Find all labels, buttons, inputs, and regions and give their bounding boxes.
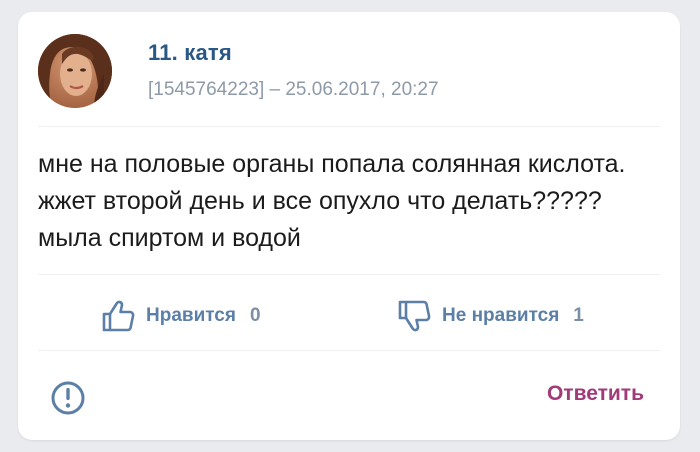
comment-text: мне на половые органы попала солянная ки…	[38, 150, 626, 252]
header-divider	[38, 126, 660, 127]
avatar-image	[38, 34, 112, 108]
report-button[interactable]	[48, 378, 88, 418]
exclamation-circle-icon	[48, 381, 88, 422]
comment-card: 11. катя [1545764223] – 25.06.2017, 20:2…	[18, 12, 680, 440]
text-divider	[38, 274, 660, 275]
comment-header: 11. катя [1545764223] – 25.06.2017, 20:2…	[38, 34, 660, 124]
dislike-label: Не нравится	[442, 305, 560, 326]
like-button[interactable]: Нравится 0	[100, 294, 261, 338]
dislike-button[interactable]: Не нравится 1	[396, 294, 584, 338]
like-label: Нравится	[146, 305, 236, 326]
author-name[interactable]: 11. катя	[148, 40, 232, 66]
thumbs-up-icon	[100, 298, 136, 334]
like-count: 0	[249, 305, 261, 326]
dislike-count: 1	[573, 305, 584, 326]
thumbs-down-icon	[396, 298, 432, 334]
reactions-bar: Нравится 0 Не нравится 1	[18, 294, 680, 338]
reply-button[interactable]: Ответить	[547, 382, 644, 406]
avatar[interactable]	[38, 34, 112, 108]
comment-meta: [1545764223] – 25.06.2017, 20:27	[148, 79, 439, 100]
reactions-divider	[38, 350, 660, 351]
comment-footer: Ответить	[18, 372, 680, 424]
